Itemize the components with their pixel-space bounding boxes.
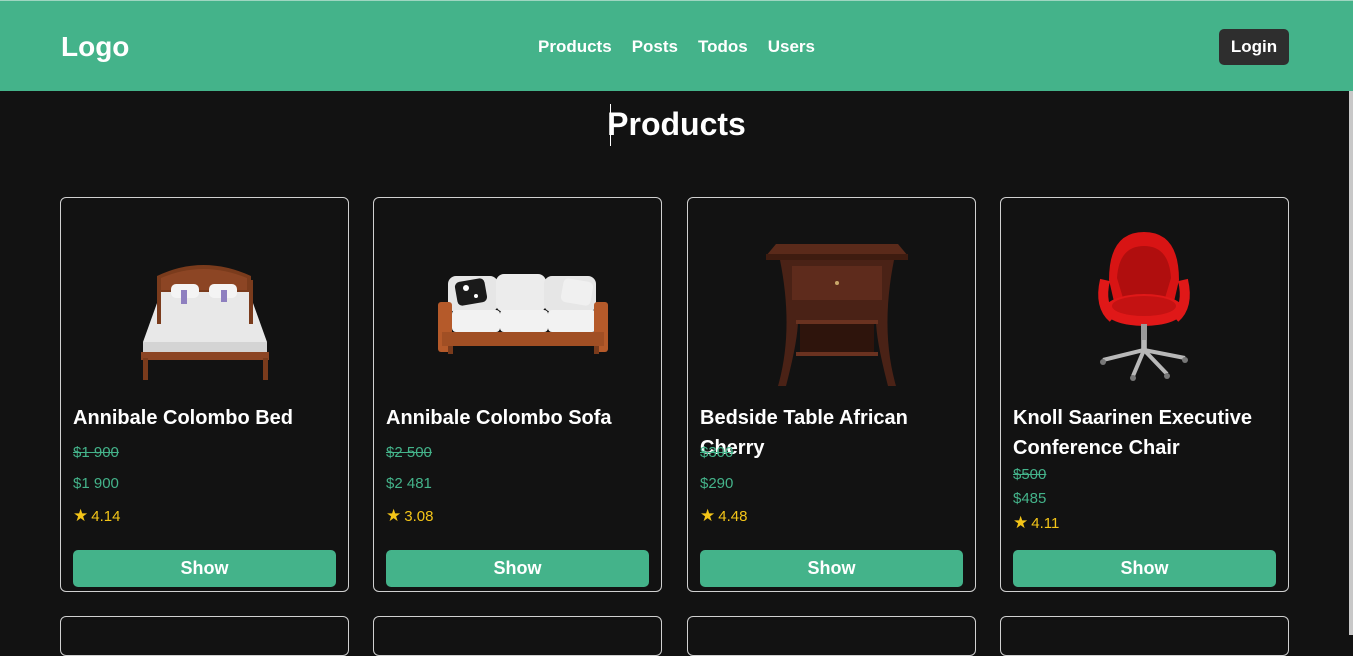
product-card: Bedside Table African Cherry $300 $290 ★…	[687, 197, 976, 592]
product-old-price: $500	[1013, 466, 1047, 483]
sofa-image	[386, 210, 649, 400]
nav-link-posts[interactable]: Posts	[632, 37, 678, 57]
bedside-table-image	[700, 210, 963, 400]
product-old-price: $300	[700, 444, 734, 461]
nav-link-products[interactable]: Products	[538, 37, 612, 57]
product-price: $1 900	[73, 475, 119, 492]
page-title: Products	[607, 106, 746, 142]
product-card: Annibale Colombo Sofa $2 500 $2 481 ★ 3.0…	[373, 197, 662, 592]
product-rating: ★ 4.14	[73, 506, 120, 526]
product-title: Bedside Table African Cherry	[700, 407, 908, 459]
product-card: Knoll Saarinen Executive Conference Chai…	[1000, 197, 1289, 592]
product-rating: ★ 3.08	[386, 506, 433, 526]
product-price: $485	[1013, 490, 1047, 507]
show-button[interactable]: Show	[1013, 550, 1276, 587]
login-button[interactable]: Login	[1219, 29, 1289, 65]
top-navbar: Logo Products Posts Todos Users Login	[0, 0, 1353, 91]
rating-value: 4.11	[1031, 515, 1060, 532]
main-nav: Products Posts Todos Users	[538, 37, 815, 57]
product-title: Knoll Saarinen Executive Conference Chai…	[1013, 407, 1252, 459]
star-icon: ★	[73, 506, 89, 525]
show-button[interactable]: Show	[73, 550, 336, 587]
logo[interactable]: Logo	[61, 31, 129, 63]
product-price: $2 481	[386, 475, 432, 492]
nav-link-todos[interactable]: Todos	[698, 37, 748, 57]
product-rating: ★ 4.11	[1013, 513, 1059, 533]
product-title: Annibale Colombo Sofa	[386, 407, 612, 429]
bed-image	[73, 210, 336, 400]
product-card: Annibale Colombo Bed $1 900 $1 900 ★ 4.14…	[60, 197, 349, 592]
product-card	[60, 616, 349, 656]
star-icon: ★	[700, 506, 716, 525]
product-rating: ★ 4.48	[700, 506, 747, 526]
rating-value: 4.14	[91, 508, 121, 525]
show-button[interactable]: Show	[700, 550, 963, 587]
nav-link-users[interactable]: Users	[768, 37, 815, 57]
scrollbar[interactable]	[1349, 91, 1353, 635]
star-icon: ★	[1013, 513, 1029, 532]
rating-value: 4.48	[718, 508, 748, 525]
product-price: $290	[700, 475, 734, 492]
show-button[interactable]: Show	[386, 550, 649, 587]
product-title: Annibale Colombo Bed	[73, 407, 293, 429]
product-card	[687, 616, 976, 656]
chair-image	[1013, 210, 1276, 400]
product-old-price: $1 900	[73, 444, 119, 461]
rating-value: 3.08	[404, 508, 434, 525]
product-old-price: $2 500	[386, 444, 432, 461]
star-icon: ★	[386, 506, 402, 525]
product-card	[373, 616, 662, 656]
product-card	[1000, 616, 1289, 656]
